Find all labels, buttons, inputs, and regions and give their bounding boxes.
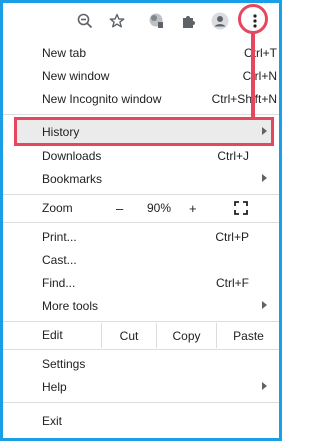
submenu-arrow-icon: [262, 301, 267, 309]
menu-item-label: Downloads: [42, 148, 102, 163]
menu-item-shortcut: Ctrl+Shift+N: [211, 91, 277, 106]
submenu-arrow-icon: [262, 127, 267, 135]
menu-item-find[interactable]: Find... Ctrl+F: [3, 271, 279, 294]
paste-button[interactable]: Paste: [216, 323, 280, 348]
menu-item-shortcut: Ctrl+N: [242, 68, 277, 83]
menu-separator: [3, 222, 279, 223]
zoom-out-button[interactable]: –: [116, 201, 123, 216]
zoom-value: 90%: [147, 201, 172, 215]
menu-item-shortcut: Ctrl+T: [244, 45, 277, 60]
menu-item-label: Print...: [42, 229, 77, 244]
menu-item-cast[interactable]: Cast...: [3, 248, 279, 271]
menu-item-help[interactable]: Help: [3, 375, 279, 398]
cut-button[interactable]: Cut: [101, 323, 156, 348]
menu-item-shortcut: Ctrl+J: [217, 148, 249, 163]
menu-separator: [3, 114, 279, 115]
star-icon[interactable]: [105, 9, 129, 33]
menu-item-new-incognito[interactable]: New Incognito window Ctrl+Shift+N: [3, 87, 279, 110]
menu-item-label: New window: [42, 68, 110, 83]
menu-item-label: Cast...: [42, 252, 77, 267]
menu-item-downloads[interactable]: Downloads Ctrl+J: [3, 144, 279, 167]
annotation-connector: [251, 33, 255, 119]
menu-item-more-tools[interactable]: More tools: [3, 294, 279, 317]
zoom-row: Zoom – 90% +: [3, 196, 279, 221]
menu-item-label: Help: [42, 379, 67, 394]
menu-item-new-window[interactable]: New window Ctrl+N: [3, 64, 279, 87]
extension-puzzle-icon[interactable]: [145, 9, 169, 33]
fullscreen-icon[interactable]: [234, 201, 248, 218]
puzzle-icon[interactable]: [176, 9, 200, 33]
menu-item-label: New tab: [42, 45, 87, 60]
zoom-out-icon[interactable]: [73, 9, 97, 33]
menu-item-label: Find...: [42, 275, 76, 290]
menu-item-shortcut: Ctrl+F: [216, 275, 249, 290]
menu-separator: [3, 194, 279, 195]
menu-item-label: Bookmarks: [42, 171, 103, 186]
submenu-arrow-icon: [262, 174, 267, 182]
copy-button[interactable]: Copy: [156, 323, 216, 348]
menu-item-history[interactable]: History: [3, 120, 279, 143]
annotation-menu-ring: [238, 4, 268, 34]
menu-item-settings[interactable]: Settings: [3, 352, 279, 375]
menu-item-print[interactable]: Print... Ctrl+P: [3, 225, 279, 248]
menu-item-shortcut: Ctrl+P: [215, 229, 249, 244]
submenu-arrow-icon: [262, 382, 267, 390]
menu-item-new-tab[interactable]: New tab Ctrl+T: [3, 41, 279, 64]
menu-item-label: More tools: [42, 298, 99, 313]
menu-item-bookmarks[interactable]: Bookmarks: [3, 167, 279, 190]
edit-row: Edit Cut Copy Paste: [3, 323, 279, 348]
menu-separator: [3, 402, 279, 403]
menu-item-label: Settings: [42, 356, 86, 371]
menu-item-label: New Incognito window: [42, 91, 162, 106]
menu-item-label: Exit: [42, 413, 63, 428]
menu-separator: [3, 349, 279, 350]
zoom-in-button[interactable]: +: [189, 201, 197, 216]
menu-item-exit[interactable]: Exit: [3, 409, 279, 432]
chrome-main-menu: New tab Ctrl+T New window Ctrl+N New Inc…: [3, 39, 279, 438]
menu-item-label: History: [42, 124, 80, 139]
menu-separator: [3, 321, 279, 322]
edit-label: Edit: [42, 328, 63, 342]
profile-icon[interactable]: [208, 9, 232, 33]
zoom-label: Zoom: [42, 201, 73, 215]
